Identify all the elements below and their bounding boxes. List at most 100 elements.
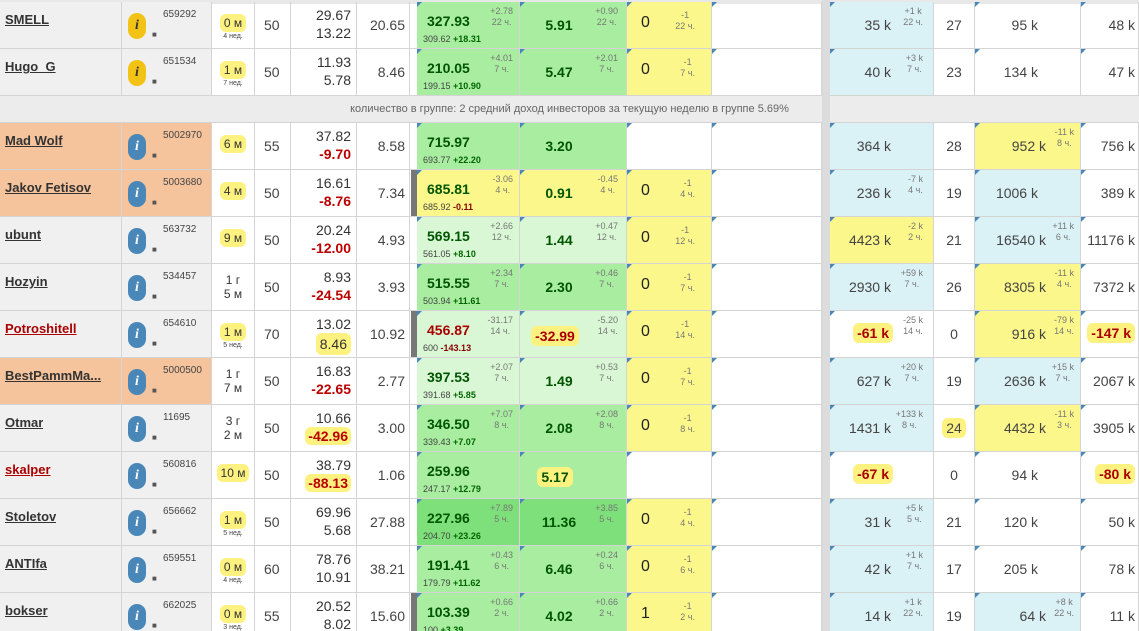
- table-row[interactable]: Stoletov 1 м5 нед. 50 69.96 5.68 27.88 227.96 +…: [0, 499, 1139, 546]
- cell-k1: 14 k +1 k 22 ч.: [830, 593, 934, 631]
- table-row[interactable]: bokser 0 м3 нед. 55 20.52 8.02 15.60 103.39 +0.…: [0, 593, 1139, 631]
- cell-k1: 236 k -7 k4 ч.: [830, 170, 934, 216]
- count-value: 28: [946, 138, 962, 154]
- k1-value: 4423 k: [848, 232, 891, 248]
- trader-name-link[interactable]: BestPammMa...: [5, 368, 101, 383]
- age-badge: 0 м: [219, 558, 247, 576]
- corner-tick: [975, 264, 980, 269]
- cell-ab: 10.66 -42.96: [291, 405, 357, 451]
- trader-name-link[interactable]: Hugo_G: [5, 59, 56, 74]
- cell-k2: 205 k: [975, 546, 1081, 592]
- corner-tick: [1081, 170, 1086, 175]
- cell-k3: 2067 k: [1081, 358, 1139, 404]
- z-delta: -1 7 ч.: [680, 366, 695, 388]
- trader-name-link[interactable]: ubunt: [5, 227, 41, 242]
- cell-lev: 50: [255, 264, 291, 310]
- corner-tick: [975, 593, 980, 598]
- corner-tick: [975, 170, 980, 175]
- cell-k3: 50 k: [1081, 499, 1139, 545]
- trader-name-link[interactable]: skalper: [5, 462, 51, 477]
- info-icon[interactable]: i: [128, 510, 146, 536]
- info-icon[interactable]: i: [128, 228, 146, 254]
- delta-value: -7 k: [907, 174, 923, 184]
- cell-empty: [712, 217, 822, 263]
- count-value: 21: [946, 232, 962, 248]
- table-row[interactable]: skalper 10 м 50 38.79 -88.13 1.06 259.96 247.17…: [0, 452, 1139, 499]
- info-icon[interactable]: i: [128, 322, 146, 348]
- cell-age: 1 м5 нед.: [212, 499, 255, 545]
- corner-tick: [712, 452, 717, 457]
- p2-value: 1.44: [545, 232, 573, 248]
- k3-value: 47 k: [1108, 64, 1135, 80]
- age-cell: 0 м3 нед.: [212, 605, 254, 631]
- info-icon[interactable]: i: [128, 13, 146, 39]
- profit-delta: +0.66 2 ч.: [490, 597, 513, 619]
- cell-p2: 5.91 +0.90 22 ч.: [520, 2, 627, 48]
- table-row[interactable]: Otmar 3 г2 м 50 10.66 -42.96 3.00 346.50 +7.07 8…: [0, 405, 1139, 452]
- corner-tick: [520, 170, 525, 175]
- rating-dots: ■: [152, 30, 158, 39]
- value-b: 10.91: [315, 569, 351, 585]
- trader-name-link[interactable]: SMELL: [5, 12, 49, 27]
- trader-name-link[interactable]: Stoletov: [5, 509, 56, 524]
- profit-change: +10.90: [453, 81, 481, 91]
- k2-delta: +8 k 22 ч.: [1054, 597, 1074, 619]
- info-icon[interactable]: i: [128, 416, 146, 442]
- info-icon[interactable]: i: [128, 604, 146, 630]
- delta-time: 22 ч.: [903, 17, 923, 27]
- table-row[interactable]: SMELL 0 м4 нед. 50 29.67 13.22 20.65 327.93 +2.…: [0, 2, 1139, 49]
- trader-name-link[interactable]: Mad Wolf: [5, 133, 63, 148]
- return-values: 20.52 8.02: [316, 597, 351, 631]
- info-icon[interactable]: i: [128, 369, 146, 395]
- p2-badge: -32.99: [531, 326, 579, 346]
- corner-tick: [417, 593, 422, 598]
- table-row[interactable]: ubunt 9 м 50 20.24 -12.00 4.93 569.15 +2.66 12 ч…: [0, 217, 1139, 264]
- trader-name-link[interactable]: Jakov Fetisov: [5, 180, 91, 195]
- info-icon[interactable]: i: [128, 181, 146, 207]
- info-icon[interactable]: i: [128, 134, 146, 160]
- value-c: 27.88: [369, 514, 405, 530]
- cell-k1: 4423 k -2 k2 ч.: [830, 217, 934, 263]
- cell-n: 26: [934, 264, 975, 310]
- value-b: 5.68: [323, 522, 351, 538]
- table-row[interactable]: Hugo_G 1 м7 нед. 50 11.93 5.78 8.46 210.05 +4.0…: [0, 49, 1139, 96]
- cell-z: [627, 452, 712, 498]
- table-row[interactable]: ANTIfa 0 м4 нед. 60 78.76 10.91 38.21 191.41 +0…: [0, 546, 1139, 593]
- k2-value: 16540 k: [996, 232, 1046, 248]
- delta-time: 4 ч.: [600, 185, 616, 195]
- table-row[interactable]: Jakov Fetisov 4 м 50 16.61 -8.76 7.34 685.81 -3…: [0, 170, 1139, 217]
- trader-name-link[interactable]: bokser: [5, 603, 48, 618]
- info-icon[interactable]: i: [128, 557, 146, 583]
- profit-change: +5.85: [453, 390, 476, 400]
- k2-value: 2636 k: [1003, 373, 1046, 389]
- trader-name-link[interactable]: Hozyin: [5, 274, 48, 289]
- profit-base: 309.62: [423, 34, 451, 44]
- value-b: -24.54: [311, 287, 351, 303]
- cell-c: 3.93: [357, 264, 410, 310]
- cell-profit: 569.15 +2.66 12 ч. 561.05 +8.10: [417, 217, 520, 263]
- leverage: 70: [264, 326, 280, 342]
- table-row[interactable]: Potroshitell 1 м5 нед. 70 13.02 8.46 10.92 456…: [0, 311, 1139, 358]
- cell-k3: 389 k: [1081, 170, 1139, 216]
- cell-k1: 35 k +1 k 22 ч.: [830, 2, 934, 48]
- trader-name-link[interactable]: Otmar: [5, 415, 43, 430]
- k1-delta: +1 k 22 ч.: [903, 597, 923, 619]
- info-icon[interactable]: i: [128, 275, 146, 301]
- leverage: 50: [264, 64, 280, 80]
- info-icon[interactable]: i: [128, 463, 146, 489]
- cell-lev: 50: [255, 217, 291, 263]
- delta-time: 14 ч.: [597, 326, 618, 336]
- corner-tick: [520, 499, 525, 504]
- delta-value: +0.66: [490, 597, 513, 607]
- cell-k2: 120 k: [975, 499, 1081, 545]
- trader-name-link[interactable]: ANTIfa: [5, 556, 47, 571]
- p2-value: 2.08: [545, 420, 573, 436]
- table-row[interactable]: Mad Wolf 6 м 55 37.82 -9.70 8.58 715.97 693.77 …: [0, 123, 1139, 170]
- trader-name-link[interactable]: Potroshitell: [5, 321, 77, 336]
- table-row[interactable]: BestPammMa... 1 г7 м 50 16.83 -22.65 2.77 397.…: [0, 358, 1139, 405]
- p2-delta: +0.47 12 ч.: [595, 221, 618, 243]
- age-badge: 0 м: [219, 605, 247, 623]
- table-row[interactable]: Hozyin 1 г5 м 50 8.93 -24.54 3.93 515.55 +2.34 7…: [0, 264, 1139, 311]
- corner-tick: [520, 49, 525, 54]
- info-icon[interactable]: i: [128, 60, 146, 86]
